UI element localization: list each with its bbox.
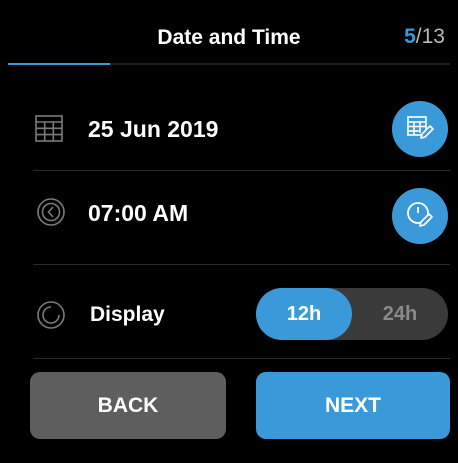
calendar-icon [34, 113, 64, 143]
edit-date-button[interactable] [392, 101, 448, 157]
header: Date and Time 5/13 [0, 0, 458, 66]
step-current: 5 [404, 25, 416, 48]
divider [33, 358, 450, 359]
divider [33, 264, 450, 265]
progress-bar [8, 63, 450, 65]
next-button[interactable]: NEXT [256, 372, 450, 439]
edit-time-button[interactable] [392, 188, 448, 244]
back-button[interactable]: BACK [30, 372, 226, 439]
display-label: Display [90, 303, 165, 326]
progress-fill [8, 63, 110, 65]
edit-clock-icon [405, 199, 435, 234]
edit-calendar-icon [405, 112, 435, 147]
page-title: Date and Time [157, 26, 301, 49]
toggle-12h[interactable]: 12h [256, 288, 352, 340]
time-format-toggle[interactable]: 12h 24h [256, 288, 448, 340]
step-indicator: 5/13 [404, 23, 445, 51]
date-value: 25 Jun 2019 [88, 116, 219, 142]
circle-icon [36, 300, 66, 330]
toggle-24h[interactable]: 24h [352, 288, 448, 340]
step-total: /13 [415, 25, 445, 48]
time-value: 07:00 AM [88, 200, 189, 226]
clock-icon [36, 197, 66, 227]
divider [33, 170, 450, 171]
